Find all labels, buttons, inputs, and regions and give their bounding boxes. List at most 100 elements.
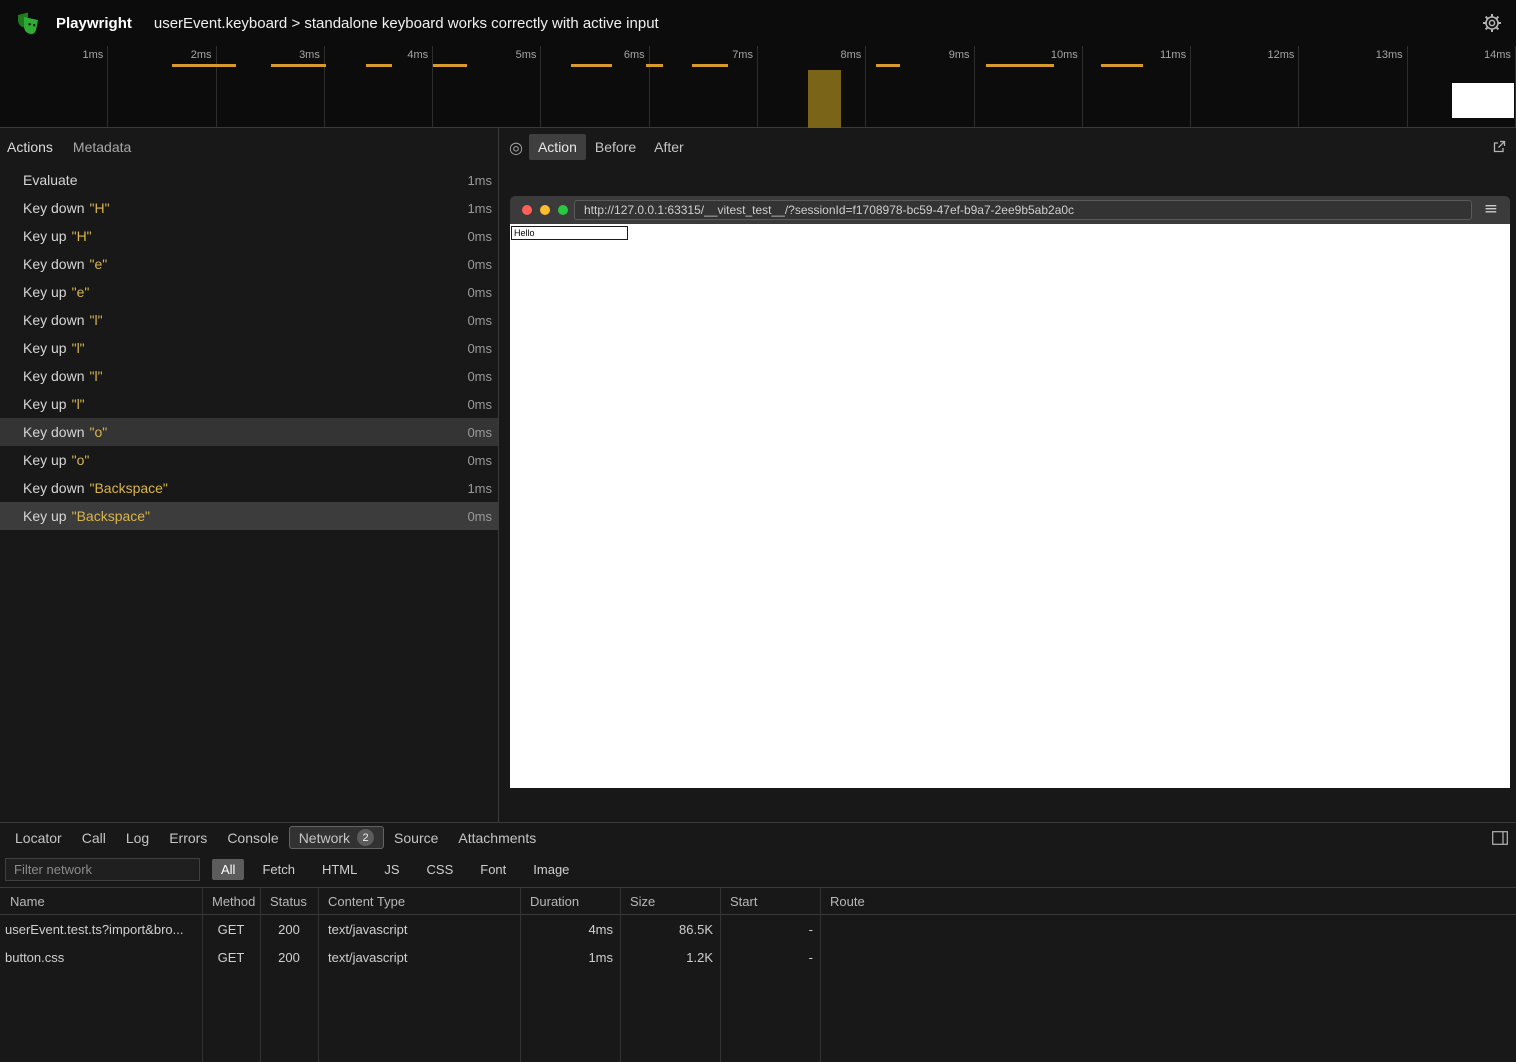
- tab-errors[interactable]: Errors: [159, 827, 217, 849]
- toggle-panel-layout-icon[interactable]: [1492, 831, 1508, 848]
- action-row[interactable]: Key down "Backspace" 1ms: [0, 474, 498, 502]
- tab-actions[interactable]: Actions: [7, 139, 53, 155]
- action-row[interactable]: Key up "e" 0ms: [0, 278, 498, 306]
- action-row[interactable]: Key up "H" 0ms: [0, 222, 498, 250]
- action-tick-marker: [271, 64, 326, 67]
- tab-label: Attachments: [458, 830, 536, 846]
- traffic-lights: [522, 205, 568, 215]
- tab-before[interactable]: Before: [586, 134, 645, 160]
- app-header: Playwright userEvent.keyboard > standalo…: [0, 0, 1516, 46]
- settings-gear-icon[interactable]: [1482, 13, 1502, 33]
- tab-locator[interactable]: Locator: [5, 827, 72, 849]
- selected-action-marker: [808, 70, 841, 128]
- action-row[interactable]: Key up "Backspace" 0ms: [0, 502, 498, 530]
- cell-content-type: text/javascript: [318, 922, 520, 937]
- tab-label: Network: [299, 830, 350, 846]
- action-arg: "Backspace": [89, 480, 167, 496]
- action-duration: 0ms: [467, 369, 492, 384]
- pick-locator-icon[interactable]: ◎: [509, 138, 523, 157]
- tab-label: Source: [394, 830, 438, 846]
- column-header-content-type: Content Type: [318, 894, 520, 909]
- network-table: Name Method Status Content Type Duration…: [0, 887, 1516, 1062]
- action-label: Key up: [23, 284, 67, 300]
- cell-start: -: [720, 922, 820, 937]
- network-table-header: Name Method Status Content Type Duration…: [0, 887, 1516, 915]
- action-row[interactable]: Key down "e" 0ms: [0, 250, 498, 278]
- network-filter-input[interactable]: [5, 858, 200, 881]
- cell-content-type: text/javascript: [318, 950, 520, 965]
- action-label: Key down: [23, 424, 84, 440]
- action-label: Key up: [23, 228, 67, 244]
- tab-console[interactable]: Console: [217, 827, 288, 849]
- column-header-duration: Duration: [520, 894, 620, 909]
- action-tick-marker: [692, 64, 728, 67]
- action-arg: "H": [89, 200, 109, 216]
- action-tick-marker: [571, 64, 612, 67]
- cell-method: GET: [202, 922, 260, 937]
- tab-call[interactable]: Call: [72, 827, 116, 849]
- tab-action[interactable]: Action: [529, 134, 586, 160]
- tab-label: Locator: [15, 830, 62, 846]
- column-header-name: Name: [0, 894, 202, 909]
- action-label: Key down: [23, 312, 84, 328]
- filter-chip-fetch[interactable]: Fetch: [253, 859, 304, 880]
- action-label: Key up: [23, 340, 67, 356]
- open-external-icon[interactable]: [1492, 140, 1506, 157]
- action-label: Evaluate: [23, 172, 77, 188]
- snapshot-tabs: ◎ Action Before After: [500, 128, 1516, 166]
- filter-chip-css[interactable]: CSS: [418, 859, 463, 880]
- action-row[interactable]: Key up "l" 0ms: [0, 334, 498, 362]
- action-row[interactable]: Key up "l" 0ms: [0, 390, 498, 418]
- action-label: Key up: [23, 508, 67, 524]
- action-duration: 0ms: [467, 509, 492, 524]
- action-label: Key down: [23, 200, 84, 216]
- action-arg: "l": [89, 368, 102, 384]
- tab-network[interactable]: Network 2: [289, 826, 384, 849]
- filter-chip-js[interactable]: JS: [375, 859, 408, 880]
- timeline-tick-label: 6ms: [541, 46, 649, 127]
- cell-name: button.css: [0, 950, 202, 965]
- filter-chip-font[interactable]: Font: [471, 859, 515, 880]
- cell-status: 200: [260, 922, 318, 937]
- timeline-tick-label: 12ms: [1191, 46, 1299, 127]
- action-row[interactable]: Key down "H" 1ms: [0, 194, 498, 222]
- filter-chip-image[interactable]: Image: [524, 859, 578, 880]
- timeline-track[interactable]: 1ms 2ms 3ms 4ms 5ms 6ms 7ms 8ms 9ms 10ms…: [0, 46, 1516, 128]
- cell-duration: 1ms: [520, 950, 620, 965]
- action-duration: 0ms: [467, 453, 492, 468]
- tab-log[interactable]: Log: [116, 827, 159, 849]
- action-row[interactable]: Key up "o" 0ms: [0, 446, 498, 474]
- tab-metadata[interactable]: Metadata: [73, 139, 131, 155]
- table-row[interactable]: button.css GET 200 text/javascript 1ms 1…: [0, 943, 1516, 971]
- action-row[interactable]: Key down "l" 0ms: [0, 362, 498, 390]
- action-row[interactable]: Key down "l" 0ms: [0, 306, 498, 334]
- action-duration: 0ms: [467, 229, 492, 244]
- tab-after[interactable]: After: [645, 134, 693, 160]
- action-label: Key up: [23, 452, 67, 468]
- action-arg: "o": [89, 424, 107, 440]
- tab-source[interactable]: Source: [384, 827, 448, 849]
- table-row[interactable]: userEvent.test.ts?import&bro... GET 200 …: [0, 915, 1516, 943]
- timeline-tick-label: 4ms: [325, 46, 433, 127]
- traffic-light-red-icon: [522, 205, 532, 215]
- timeline-tick-label: 9ms: [866, 46, 974, 127]
- action-row[interactable]: Evaluate 1ms: [0, 166, 498, 194]
- tab-attachments[interactable]: Attachments: [448, 827, 546, 849]
- filter-chip-all[interactable]: All: [212, 859, 244, 880]
- column-header-status: Status: [260, 894, 318, 909]
- action-arg: "Backspace": [72, 508, 150, 524]
- action-duration: 0ms: [467, 397, 492, 412]
- url-bar: http://127.0.0.1:63315/__vitest_test__/?…: [574, 200, 1472, 220]
- filter-chip-html[interactable]: HTML: [313, 859, 366, 880]
- timeline-tick-label: 2ms: [108, 46, 216, 127]
- tab-label: Call: [82, 830, 106, 846]
- cell-name: userEvent.test.ts?import&bro...: [0, 922, 202, 937]
- cell-method: GET: [202, 950, 260, 965]
- film-strip-thumbnail: [1452, 83, 1514, 118]
- column-header-route: Route: [820, 894, 1516, 909]
- action-row[interactable]: Key down "o" 0ms: [0, 418, 498, 446]
- action-label: Key down: [23, 256, 84, 272]
- text-input[interactable]: [511, 226, 628, 240]
- timeline-tick-label: 1ms: [0, 46, 108, 127]
- action-label: Key down: [23, 368, 84, 384]
